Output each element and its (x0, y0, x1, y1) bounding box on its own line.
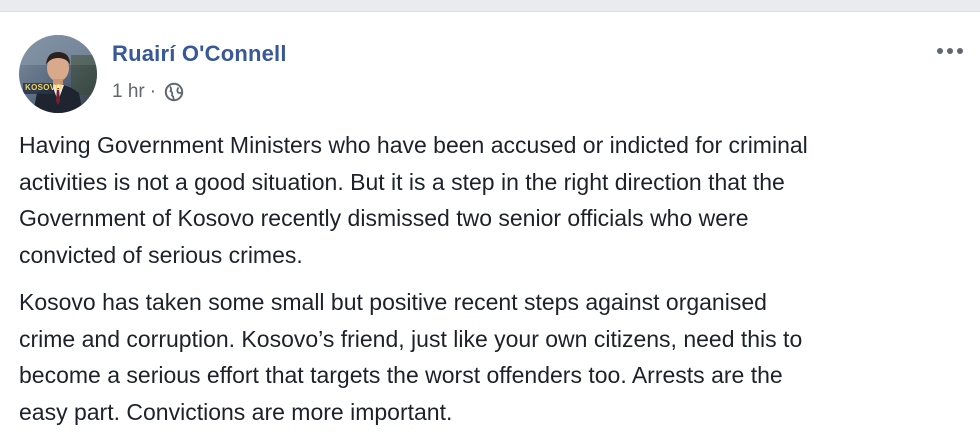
post-text-line: Having Government Ministers who have bee… (19, 132, 808, 158)
post-text-line: Kosovo has taken some small but positive… (19, 289, 767, 315)
avatar-caption: KOSOVO (25, 83, 62, 92)
post-paragraph: Having Government Ministers who have bee… (19, 127, 969, 273)
post-meta: 1 hr · (112, 81, 185, 103)
post-text-line: Government of Kosovo recently dismissed … (19, 205, 749, 231)
post-text-line: activities is not a good situation. But … (19, 168, 785, 195)
post-text-line: convicted of serious crimes. (19, 241, 303, 268)
more-options-button[interactable] (930, 39, 970, 63)
post-timestamp-link[interactable]: 1 hr (112, 81, 145, 103)
post-body: Having Government Ministers who have bee… (19, 127, 969, 430)
avatar[interactable]: KOSOVO (19, 35, 97, 113)
post-text-line: easy part. Convictions are more importan… (19, 398, 453, 425)
avatar-photo (19, 35, 97, 113)
meta-separator: · (149, 81, 157, 102)
ellipsis-icon (937, 48, 963, 54)
post-text-line: crime and corruption. Kosovo’s friend, j… (19, 325, 803, 352)
post-paragraph: Kosovo has taken some small but positive… (19, 284, 969, 430)
feed-background-strip (0, 0, 980, 12)
globe-icon[interactable] (163, 81, 185, 103)
post-card: KOSOVO Ruairí O'Connell 1 hr · Having Go… (0, 12, 980, 432)
author-name-link[interactable]: Ruairí O'Connell (112, 41, 287, 67)
post-text-line: become a serious effort that targets the… (19, 362, 783, 388)
